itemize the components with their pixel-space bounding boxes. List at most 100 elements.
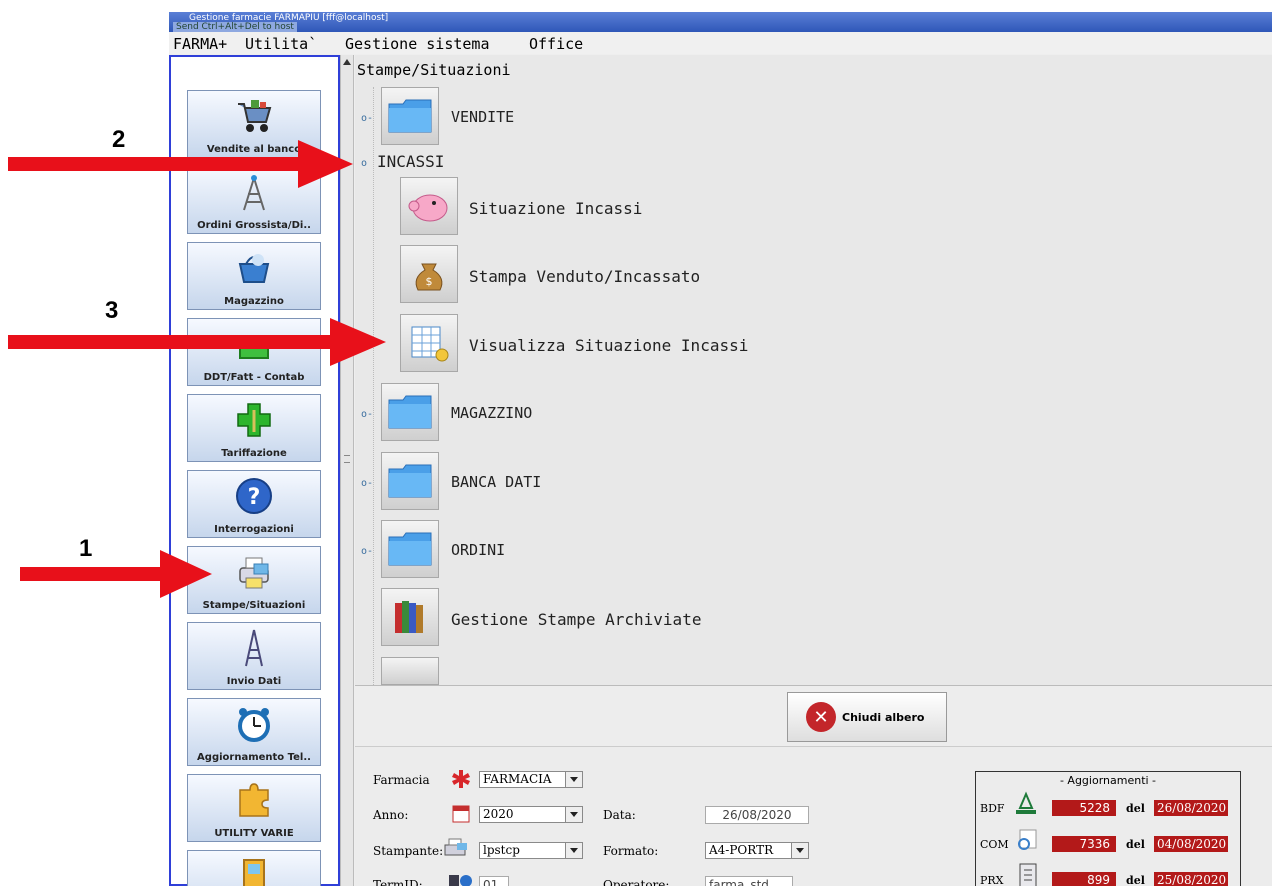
magnifier-document-icon — [1014, 828, 1040, 855]
annotation-arrow-2 — [8, 140, 353, 188]
tree-node-incassi[interactable]: INCASSI — [377, 152, 444, 171]
expand-handle-icon[interactable]: o- — [361, 546, 373, 557]
stampante-value: lpstcp — [483, 843, 520, 857]
sidebar-item-label: Aggiornamento Tel.. — [197, 752, 311, 763]
title-bar: Gestione farmacie FARMAPIU [fff@localhos… — [169, 12, 1272, 32]
operatore-label: Operatore: — [603, 878, 670, 886]
expand-handle-icon[interactable]: o- — [361, 409, 373, 420]
sidebar-item-label: DDT/Fatt - Contab — [203, 372, 305, 383]
annotation-number-2: 2 — [112, 126, 126, 153]
puzzle-icon — [188, 779, 320, 821]
folder-icon[interactable] — [381, 383, 439, 441]
sidebar-item-label: Magazzino — [224, 296, 284, 307]
close-tree-button[interactable]: ✕ Chiudi albero — [787, 692, 947, 742]
folder-icon[interactable] — [381, 452, 439, 510]
chevron-down-icon — [565, 807, 582, 822]
sidebar-item-interrogazioni[interactable]: ? Interrogazioni — [187, 470, 321, 538]
update-date-com: 04/08/2020 — [1154, 836, 1228, 852]
bdf-logo-icon — [1014, 790, 1038, 821]
tree-guide-line — [373, 87, 375, 685]
close-tree-label: Chiudi albero — [842, 710, 925, 724]
basket-icon — [188, 247, 320, 289]
update-code-prx: PRX — [980, 874, 1004, 886]
folder-icon[interactable] — [381, 87, 439, 145]
spreadsheet-coins-icon[interactable] — [400, 314, 458, 372]
books-archive-icon[interactable] — [381, 588, 439, 646]
termid-field[interactable]: 01 — [479, 876, 509, 886]
update-date-prx: 25/08/2020 — [1154, 872, 1228, 886]
operatore-field[interactable]: farma_std — [705, 876, 793, 886]
sidebar-item-label: Stampe/Situazioni — [202, 600, 306, 611]
tree-node-banca-dati[interactable]: BANCA DATI — [451, 473, 541, 491]
tree-root[interactable]: Stampe/Situazioni — [357, 61, 511, 79]
scroll-up-icon[interactable] — [343, 59, 351, 65]
anno-select[interactable]: 2020 — [479, 806, 583, 823]
tree-node-magazzino[interactable]: MAGAZZINO — [451, 404, 532, 422]
printer-icon — [443, 837, 469, 862]
stampante-select[interactable]: lpstcp — [479, 842, 583, 859]
sidebar-item-utility[interactable]: UTILITY VARIE — [187, 774, 321, 842]
menu-gestione-sistema[interactable]: Gestione sistema — [345, 35, 490, 53]
server-icon — [1018, 862, 1038, 886]
expand-handle-icon[interactable]: o- — [361, 113, 373, 124]
annotation-arrow-3 — [8, 318, 386, 366]
folder-icon[interactable] — [381, 520, 439, 578]
remote-hint: Send Ctrl+Alt+Del to host — [173, 22, 297, 32]
tree-node-ordini[interactable]: ORDINI — [451, 541, 505, 559]
anno-label: Anno: — [373, 808, 409, 822]
question-icon: ? — [188, 475, 320, 517]
splitter-grip-icon[interactable] — [344, 455, 350, 463]
collapse-handle-icon[interactable]: o — [361, 158, 367, 169]
folder-icon[interactable] — [381, 657, 439, 685]
menu-farma[interactable]: FARMA+ — [173, 35, 227, 53]
eiffel-tower-icon — [188, 627, 320, 669]
update-count-bdf: 5228 — [1052, 800, 1116, 816]
sidebar-item-label: Invio Dati — [226, 676, 282, 687]
tree-node-stampa-venduto[interactable]: Stampa Venduto/Incassato — [469, 267, 700, 286]
formato-value: A4-PORTR — [709, 843, 774, 857]
anno-value: 2020 — [483, 807, 514, 821]
menu-utilita[interactable]: Utilita` — [245, 35, 317, 53]
shopping-cart-icon — [188, 95, 320, 137]
update-code-com: COM — [980, 838, 1009, 851]
farmacia-value: FARMACIA — [483, 772, 552, 786]
update-date-bdf: 26/08/2020 — [1154, 800, 1228, 816]
tree-panel: Stampe/Situazioni o- VENDITE o INCASSI S… — [355, 55, 1272, 686]
sidebar-item-label: Tariffazione — [221, 448, 287, 459]
menu-office[interactable]: Office — [529, 35, 583, 53]
calendar-icon — [451, 802, 471, 827]
chevron-down-icon — [791, 843, 808, 858]
sidebar-item-tariffazione[interactable]: Tariffazione — [187, 394, 321, 462]
sidebar-item-label: UTILITY VARIE — [214, 828, 294, 839]
money-bag-icon[interactable]: $ — [400, 245, 458, 303]
formato-label: Formato: — [603, 844, 659, 858]
menu-bar: FARMA+ Utilita` Gestione sistema Office — [169, 32, 1272, 54]
data-field[interactable]: 26/08/2020 — [705, 806, 809, 824]
tree-node-visualizza[interactable]: Visualizza Situazione Incassi — [469, 336, 748, 355]
sidebar-item-aggiornamento[interactable]: Aggiornamento Tel.. — [187, 698, 321, 766]
update-del-com: del — [1126, 838, 1145, 851]
update-code-bdf: BDF — [980, 802, 1005, 815]
svg-text:?: ? — [248, 485, 261, 510]
bottom-panel: Farmacia FARMACIA Anno: 2020 Data: 26/08… — [355, 746, 1272, 886]
button-bar: ✕ Chiudi albero — [355, 686, 1272, 746]
tree-node-archiviate[interactable]: Gestione Stampe Archiviate — [451, 610, 701, 629]
formato-select[interactable]: A4-PORTR — [705, 842, 809, 859]
expand-handle-icon[interactable]: o- — [361, 478, 373, 489]
annotation-number-3: 3 — [105, 297, 119, 324]
piggy-bank-icon[interactable] — [400, 177, 458, 235]
pharmacy-cross-icon — [188, 399, 320, 441]
tree-node-situazione-incassi[interactable]: Situazione Incassi — [469, 199, 642, 218]
farmacia-select[interactable]: FARMACIA — [479, 771, 583, 788]
stampante-label: Stampante: — [373, 844, 444, 858]
sidebar-item-label: Ordini Grossista/Di.. — [197, 220, 311, 231]
tree-node-vendite[interactable]: VENDITE — [451, 108, 514, 126]
farmacia-label: Farmacia — [373, 773, 430, 787]
update-count-com: 7336 — [1052, 836, 1116, 852]
sidebar-item-magazzino[interactable]: Magazzino — [187, 242, 321, 310]
sidebar-item-exit[interactable] — [187, 850, 321, 886]
termid-label: TermID: — [373, 878, 423, 886]
update-count-prx: 899 — [1052, 872, 1116, 886]
medical-star-icon — [451, 769, 471, 792]
sidebar-item-invio[interactable]: Invio Dati — [187, 622, 321, 690]
